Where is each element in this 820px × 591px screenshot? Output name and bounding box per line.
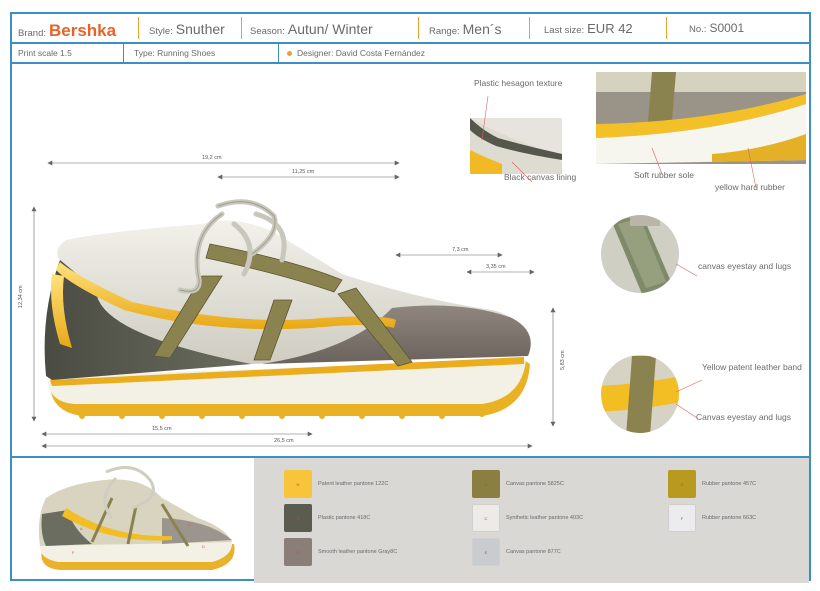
style-label: Style:	[149, 26, 173, 37]
drawing-canvas	[31, 72, 806, 449]
shoe-side-view	[44, 199, 531, 419]
svg-text:D: D	[202, 544, 205, 549]
dim-label: 3,35 cm	[486, 264, 506, 270]
season-value: Autun/ Winter	[287, 21, 373, 37]
swatch-chip: B	[284, 504, 312, 532]
style-field: Style: Snuther	[139, 13, 241, 43]
range-value: Men´s	[462, 21, 502, 37]
swatch-chip: F	[668, 504, 696, 532]
number-label: No.:	[689, 24, 707, 35]
bullet-dot	[287, 51, 292, 57]
detail-sole	[596, 72, 806, 164]
swatch-item: E Canvas pantone 877C	[472, 538, 561, 566]
header-row: Brand: Bershka Style: Snuther Season: Au…	[12, 14, 809, 44]
swatch-name: Smooth leather pantone Gray8C	[318, 549, 398, 555]
swatch-item: C Synthetic leather pantone 403C	[472, 504, 583, 532]
swatch-item: G Smooth leather pantone Gray8C	[284, 538, 397, 566]
swatch-name: Rubber pantone 663C	[702, 515, 757, 521]
season-label: Season:	[250, 26, 285, 37]
shoe-type: Type: Running Shoes	[124, 44, 279, 62]
svg-text:C: C	[188, 522, 191, 527]
swatch-code: H	[296, 481, 300, 487]
swatch-name: Plastic pantone 418C	[318, 515, 371, 521]
last-size-value: EUR 42	[587, 21, 633, 36]
swatch-code: D	[484, 481, 488, 487]
last-size-label: Last size:	[544, 25, 585, 36]
swatch-name: Canvas pantone 5825C	[506, 481, 564, 487]
swatch-item: D Canvas pantone 5825C	[472, 470, 564, 498]
swatch-name: Canvas pantone 877C	[506, 549, 561, 555]
dim-label: 26,5 cm	[274, 438, 294, 444]
callout-eyestay-1: canvas eyestay and lugs	[698, 261, 792, 271]
print-scale: Print scale 1.5	[12, 44, 124, 62]
brand-field: Brand: Bershka	[12, 13, 138, 43]
subheader-row: Print scale 1.5 Type: Running Shoes Desi…	[12, 44, 809, 64]
brand-value: Bershka	[49, 21, 117, 40]
callout-hard-rubber: yellow hard rubber	[715, 182, 785, 192]
swatch-name: Patent leather pantone 122C	[318, 481, 389, 487]
technical-drawing: 19,2 cm 11,25 cm 7,3 cm 3,35 cm 12,34 cm…	[12, 64, 809, 456]
swatch-chip: G	[284, 538, 312, 566]
callout-patent-band: Yellow patent leather band	[702, 362, 802, 372]
callout-soft-sole: Soft rubber sole	[634, 170, 695, 180]
callout-eyestay-2: Canvas eyestay and lugs	[696, 412, 791, 422]
number-value: S0001	[709, 21, 745, 35]
dim-label: 11,25 cm	[292, 169, 315, 175]
designer-field: Designer: David Costa Fernández	[279, 44, 425, 62]
detail-eyestay-circle	[600, 214, 680, 294]
swatch-chip: D	[472, 470, 500, 498]
style-value: Snuther	[175, 21, 225, 37]
designer-name: Designer: David Costa Fernández	[297, 48, 426, 58]
swatch-code: C	[484, 515, 488, 521]
swatch-chip: G	[668, 470, 696, 498]
swatch-name: Synthetic leather pantone 403C	[506, 515, 584, 521]
swatch-code: F	[680, 515, 684, 521]
swatch-code: G	[680, 481, 684, 487]
dim-label: 19,2 cm	[202, 155, 222, 161]
season-field: Season: Autun/ Winter	[242, 13, 418, 43]
dim-label: 5,83 cm	[560, 350, 566, 370]
swatch-code: B	[296, 515, 300, 521]
dim-label: 7,3 cm	[452, 247, 469, 253]
swatch-chip: H	[284, 470, 312, 498]
detail-band-circle	[600, 354, 680, 434]
swatch-code: G	[296, 549, 300, 555]
swatch-item: G Rubber pantone 457C	[668, 470, 756, 498]
spec-sheet: Brand: Bershka Style: Snuther Season: Au…	[10, 12, 811, 583]
swatch-chip: C	[472, 504, 500, 532]
range-label: Range:	[429, 26, 460, 37]
swatch-code: E	[484, 549, 488, 555]
range-field: Range: Men´s	[419, 13, 529, 43]
dim-label: 15,5 cm	[152, 426, 172, 432]
swatch-item: F Rubber pantone 663C	[668, 504, 756, 532]
callout-black-lining: Black canvas lining	[504, 172, 577, 182]
sketch-shoe: ACDF	[38, 466, 235, 570]
svg-text:A: A	[80, 526, 83, 531]
brand-label: Brand:	[18, 28, 46, 39]
swatch-item: B Plastic pantone 418C	[284, 504, 370, 532]
swatch-name: Rubber pantone 457C	[702, 481, 757, 487]
swatch-panel: H Patent leather pantone 122C B Plastic pa…	[254, 458, 809, 583]
last-size-field: Last size: EUR 42	[530, 13, 666, 43]
callout-hexagon-texture: Plastic hesagon texture	[474, 78, 563, 88]
dim-label: 12,34 cm	[18, 285, 24, 308]
swatch-chip: E	[472, 538, 500, 566]
number-field: No.: S0001	[667, 13, 787, 43]
swatch-item: H Patent leather pantone 122C	[284, 470, 388, 498]
materials-section: A C D F H Patent leather pantone 122C B Plast…	[12, 456, 809, 583]
